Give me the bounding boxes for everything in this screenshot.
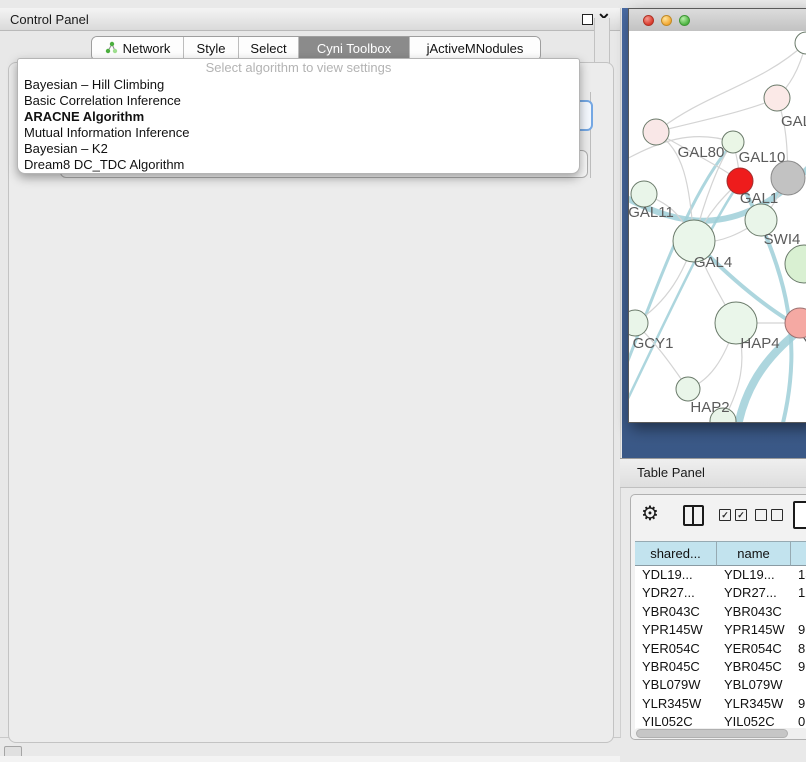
table-cell: [791, 603, 806, 621]
tab-label: Network: [123, 41, 171, 56]
network-node-label: GAL1: [740, 190, 778, 207]
network-node[interactable]: [785, 245, 806, 283]
column-header[interactable]: A: [791, 541, 806, 566]
float-window-icon[interactable]: [582, 14, 593, 25]
network-node-label: GAL11: [629, 204, 674, 221]
table-cell: YLR345W: [635, 695, 717, 713]
network-node[interactable]: [676, 377, 700, 401]
table-cell: YDL19...: [635, 566, 717, 584]
table-cell: YDL19...: [717, 566, 791, 584]
algorithm-option[interactable]: Bayesian – Hill Climbing: [18, 77, 579, 93]
tab-select[interactable]: Select: [239, 37, 299, 60]
table-cell: 9.: [791, 695, 806, 713]
gear-icon[interactable]: ⚙: [641, 501, 659, 526]
network-graph[interactable]: GALGAL80GAL10GAL11GAL1SWI4GAL4GCY1HAP4YH…: [629, 31, 806, 422]
table-row[interactable]: YDL19...YDL19...13: [635, 566, 806, 584]
tab-label: Style: [197, 41, 226, 56]
node-table: shared...nameAYDL19...YDL19...13YDR27...…: [635, 541, 806, 732]
network-node-label: GAL10: [739, 149, 786, 166]
table-cell: 12: [791, 584, 806, 602]
column-header[interactable]: name: [717, 541, 791, 566]
table-row[interactable]: YDR27...YDR27...12: [635, 584, 806, 602]
algorithm-option[interactable]: Basic Correlation Inference: [18, 93, 579, 109]
control-panel: Control Panel ✕ Network Style Select Cyn…: [0, 8, 621, 738]
network-node-label: GAL: [781, 113, 806, 130]
network-node-label: HAP4: [740, 335, 779, 352]
status-strip: [0, 756, 620, 762]
network-node-label: GAL4: [694, 254, 732, 271]
algorithm-option[interactable]: Dream8 DC_TDC Algorithm: [18, 157, 579, 173]
table-row[interactable]: YBR043CYBR043C: [635, 603, 806, 621]
control-panel-title: Control Panel: [10, 12, 89, 27]
network-window-titlebar[interactable]: [629, 9, 806, 32]
unchecked-checkbox-icon[interactable]: [755, 509, 767, 521]
unchecked-checkbox-icon[interactable]: [771, 509, 783, 521]
table-row[interactable]: YLR345WYLR345W9.: [635, 695, 806, 713]
table-cell: YDR27...: [635, 584, 717, 602]
algorithm-option-selected[interactable]: ARACNE Algorithm: [18, 109, 579, 125]
network-node-label: GCY1: [633, 335, 674, 352]
network-canvas[interactable]: GALGAL80GAL10GAL11GAL1SWI4GAL4GCY1HAP4YH…: [629, 31, 806, 422]
network-icon: [105, 41, 118, 57]
table-cell: YER054C: [717, 640, 791, 658]
table-cell: YPR145W: [717, 621, 791, 639]
minimize-traffic-light[interactable]: [661, 15, 672, 26]
table-cell: YBR043C: [717, 603, 791, 621]
table-cell: [791, 676, 806, 694]
table-panel: ⚙ ✓ ✓ shared...nameAYDL19...YDL19...13YD…: [630, 494, 806, 740]
close-traffic-light[interactable]: [643, 15, 654, 26]
checked-checkbox-icon[interactable]: ✓: [719, 509, 731, 521]
table-cell: 13: [791, 566, 806, 584]
table-panel-title: Table Panel: [637, 465, 705, 480]
zoom-traffic-light[interactable]: [679, 15, 690, 26]
table-cell: YBR045C: [717, 658, 791, 676]
table-cell: YBL079W: [635, 676, 717, 694]
table-cell: YER054C: [635, 640, 717, 658]
table-cell: 9.: [791, 621, 806, 639]
tab-label: Cyni Toolbox: [317, 41, 391, 56]
tab-label: Select: [250, 41, 286, 56]
table-hscrollbar-thumb[interactable]: [636, 729, 788, 738]
control-panel-titlebar: [0, 8, 620, 31]
table-row[interactable]: YER054CYER054C8.: [635, 640, 806, 658]
network-view-window: GALGAL80GAL10GAL11GAL1SWI4GAL4GCY1HAP4YH…: [628, 8, 806, 423]
tab-label: jActiveMNodules: [427, 41, 524, 56]
algorithm-option[interactable]: Mutual Information Inference: [18, 125, 579, 141]
network-edge[interactable]: [656, 98, 777, 132]
network-node-label: HAP2: [690, 399, 729, 416]
table-cell: YBL079W: [717, 676, 791, 694]
table-row[interactable]: YPR145WYPR145W9.: [635, 621, 806, 639]
table-cell: 9.: [791, 658, 806, 676]
algorithm-dropdown-popup: Select algorithm to view settings Bayesi…: [17, 58, 580, 174]
tab-jactivemnodules[interactable]: jActiveMNodules: [410, 37, 540, 60]
table-cell: YPR145W: [635, 621, 717, 639]
table-cell: YBR043C: [635, 603, 717, 621]
network-node-label: GAL80: [678, 144, 725, 161]
column-header[interactable]: shared...: [635, 541, 717, 566]
table-cell: YBR045C: [635, 658, 717, 676]
split-view-icon[interactable]: [683, 505, 704, 526]
table-row[interactable]: YBL079WYBL079W: [635, 676, 806, 694]
checked-checkbox-icon[interactable]: ✓: [735, 509, 747, 521]
tab-cyni-toolbox[interactable]: Cyni Toolbox: [299, 37, 410, 60]
table-cell: YDR27...: [717, 584, 791, 602]
network-node[interactable]: [643, 119, 669, 145]
tab-network[interactable]: Network: [92, 37, 184, 60]
algorithm-option[interactable]: Bayesian – K2: [18, 141, 579, 157]
network-node[interactable]: [764, 85, 790, 111]
tab-style[interactable]: Style: [184, 37, 239, 60]
document-icon[interactable]: [793, 501, 806, 529]
table-cell: 8.: [791, 640, 806, 658]
table-row[interactable]: YBR045CYBR045C9.: [635, 658, 806, 676]
network-node-label: SWI4: [764, 231, 801, 248]
table-cell: YLR345W: [717, 695, 791, 713]
dropdown-prompt: Select algorithm to view settings: [18, 59, 579, 77]
table-header: shared...nameA: [635, 541, 806, 566]
